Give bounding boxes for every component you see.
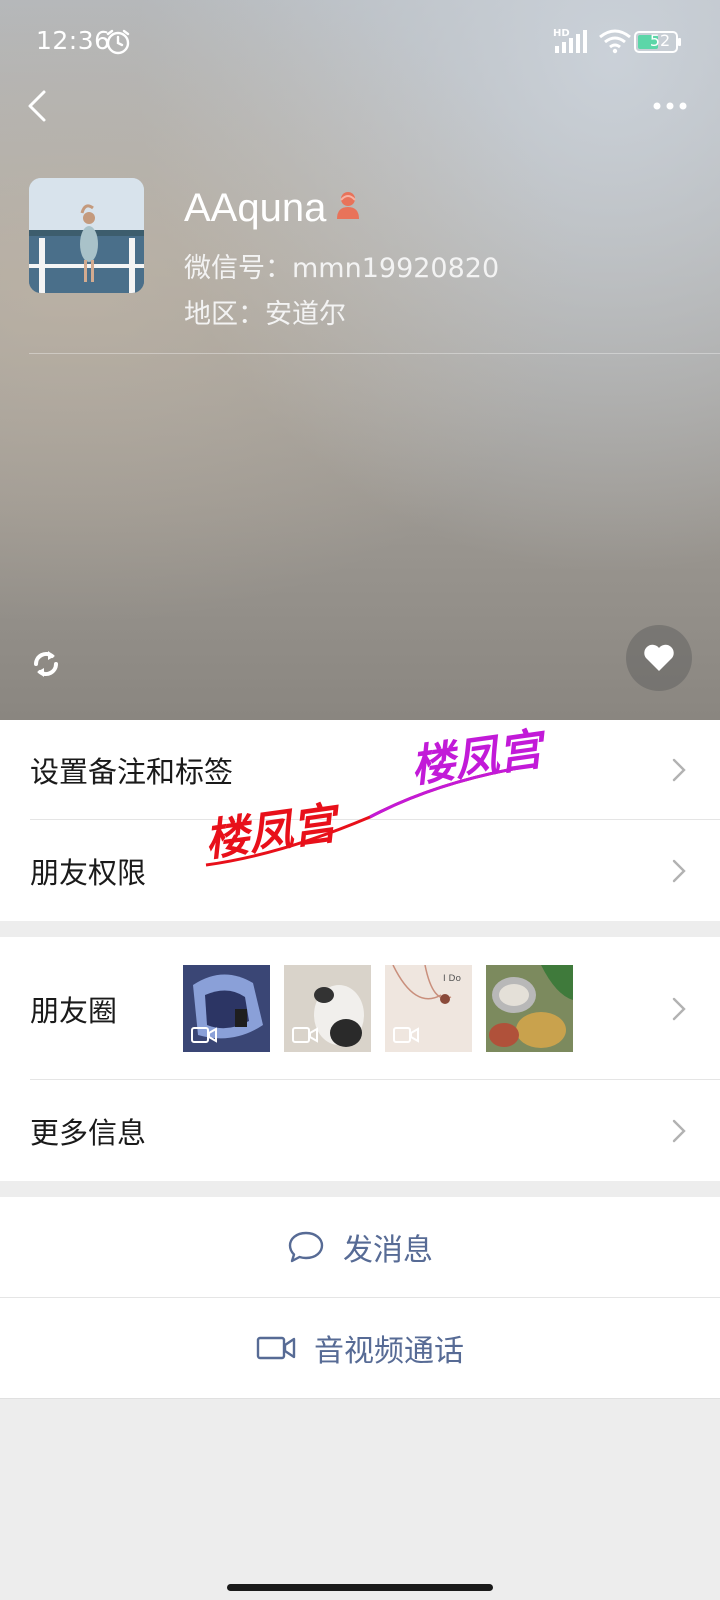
chevron-right-icon <box>672 1119 686 1143</box>
moment-thumbnail <box>183 965 270 1052</box>
menu-item-label: 朋友权限 <box>30 856 147 890</box>
video-call-content: 音视频通话 <box>0 1298 720 1398</box>
home-indicator <box>227 1584 493 1591</box>
video-call-button[interactable]: 音视频通话 <box>0 1298 720 1398</box>
video-call-label: 音视频通话 <box>314 1334 464 1369</box>
moment-thumbnail <box>284 965 371 1052</box>
refresh-icon[interactable] <box>30 648 62 680</box>
send-message-button[interactable]: 发消息 <box>0 1197 720 1297</box>
chevron-right-icon <box>672 859 686 883</box>
status-bar: 12:36 HD 52 <box>0 0 720 84</box>
hero-divider <box>29 353 720 354</box>
chevron-right-icon <box>672 758 686 782</box>
menu-item-more-info[interactable]: 更多信息 <box>0 1081 720 1181</box>
menu-group-moments: 朋友圈 I Do 更多信息 <box>0 937 720 1181</box>
avatar[interactable] <box>29 178 144 293</box>
region: 地区：安道尔 <box>184 299 346 330</box>
menu-item-label: 朋友圈 <box>30 993 118 1028</box>
video-icon <box>393 1027 419 1043</box>
like-button[interactable] <box>626 625 692 691</box>
menu-item-moments[interactable]: 朋友圈 I Do <box>0 937 720 1080</box>
profile-hero: 12:36 HD 52 AAquna 微信号：mmn19920820 地区：安道… <box>0 0 720 720</box>
signal-icon <box>555 30 587 53</box>
heart-icon <box>644 644 674 671</box>
video-icon <box>292 1027 318 1043</box>
action-divider <box>0 1398 720 1399</box>
status-time: 12:36 <box>36 26 111 55</box>
moment-thumbnail <box>486 965 573 1052</box>
send-message-content: 发消息 <box>0 1197 720 1297</box>
row-divider <box>30 1079 720 1080</box>
menu-item-label: 更多信息 <box>30 1116 147 1150</box>
more-icon[interactable] <box>652 100 688 112</box>
svg-text:I Do: I Do <box>443 974 461 984</box>
chevron-right-icon <box>672 997 686 1020</box>
chat-bubble-icon <box>288 1231 324 1263</box>
avatar-image <box>29 178 144 293</box>
video-camera-icon <box>256 1336 296 1360</box>
moment-thumbnail: I Do <box>385 965 472 1052</box>
alarm-icon <box>106 29 130 55</box>
battery-level: 52 <box>649 31 671 50</box>
nickname: AAquna <box>184 186 327 230</box>
wechat-id: 微信号：mmn19920820 <box>184 253 500 284</box>
send-message-label: 发消息 <box>343 1233 433 1268</box>
video-icon <box>191 1027 217 1043</box>
back-icon[interactable] <box>24 86 48 126</box>
wifi-icon <box>599 29 631 54</box>
female-icon <box>337 192 359 219</box>
